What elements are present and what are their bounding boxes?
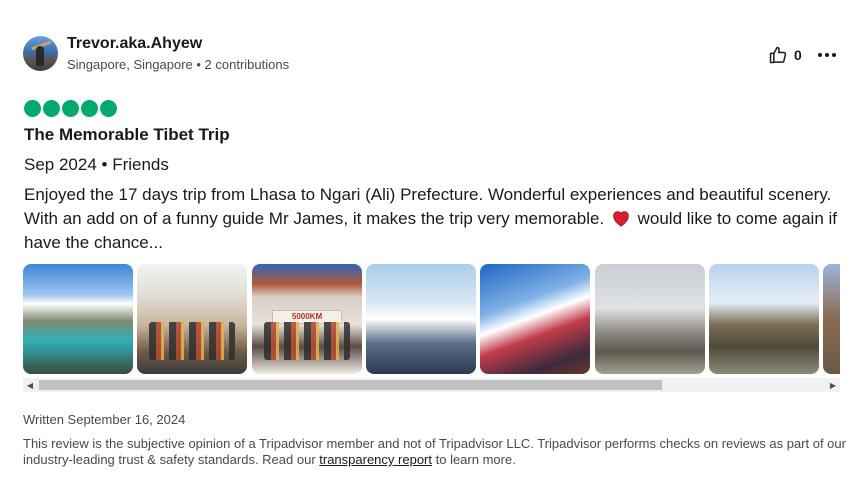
photo-people	[149, 322, 235, 360]
rating-bubble-icon	[62, 100, 79, 117]
thumbs-up-icon	[769, 46, 787, 64]
dot	[825, 53, 829, 57]
reviewer-meta: Singapore, Singapore • 2 contributions	[67, 57, 289, 72]
review-photo[interactable]	[480, 264, 590, 374]
rating-bubbles	[24, 100, 117, 117]
avatar-figure	[36, 46, 44, 66]
rating-bubble-icon	[43, 100, 60, 117]
rating-bubble-icon	[24, 100, 41, 117]
photo-people	[264, 322, 350, 360]
reviewer-location: Singapore, Singapore	[67, 57, 193, 72]
review-photo[interactable]	[366, 264, 476, 374]
gallery-scrollbar[interactable]: ◀ ▶	[23, 378, 840, 392]
avatar[interactable]	[23, 36, 58, 71]
disclaimer-text-end: to learn more.	[432, 452, 516, 467]
scroll-right-arrow-icon[interactable]: ▶	[826, 378, 840, 392]
reviewer-name[interactable]: Trevor.aka.Ahyew	[67, 35, 202, 53]
review-photo[interactable]	[823, 264, 840, 374]
dot	[818, 53, 822, 57]
review-photo[interactable]	[23, 264, 133, 374]
helpful-vote-count: 0	[794, 47, 802, 63]
review-photo[interactable]	[137, 264, 247, 374]
dot	[832, 53, 836, 57]
photo-gallery: 5000KM	[23, 264, 840, 374]
helpful-vote-button[interactable]: 0	[768, 45, 802, 65]
scrollbar-thumb[interactable]	[39, 380, 662, 390]
more-options-button[interactable]	[817, 45, 837, 65]
disclaimer: This review is the subjective opinion of…	[23, 436, 848, 468]
written-date: Written September 16, 2024	[23, 412, 186, 427]
review-photo[interactable]	[709, 264, 819, 374]
meta-separator: •	[192, 57, 205, 72]
review-body: Enjoyed the 17 days trip from Lhasa to N…	[24, 183, 844, 255]
rating-bubble-icon	[81, 100, 98, 117]
review-photo[interactable]	[595, 264, 705, 374]
scroll-left-arrow-icon[interactable]: ◀	[23, 378, 37, 392]
review-photo[interactable]: 5000KM	[252, 264, 362, 374]
red-heart-icon	[613, 211, 629, 227]
rating-bubble-icon	[100, 100, 117, 117]
trip-info: Sep 2024 • Friends	[24, 155, 169, 174]
transparency-report-link[interactable]: transparency report	[319, 452, 432, 467]
review-title[interactable]: The Memorable Tibet Trip	[24, 125, 230, 145]
reviewer-contributions[interactable]: 2 contributions	[205, 57, 290, 72]
